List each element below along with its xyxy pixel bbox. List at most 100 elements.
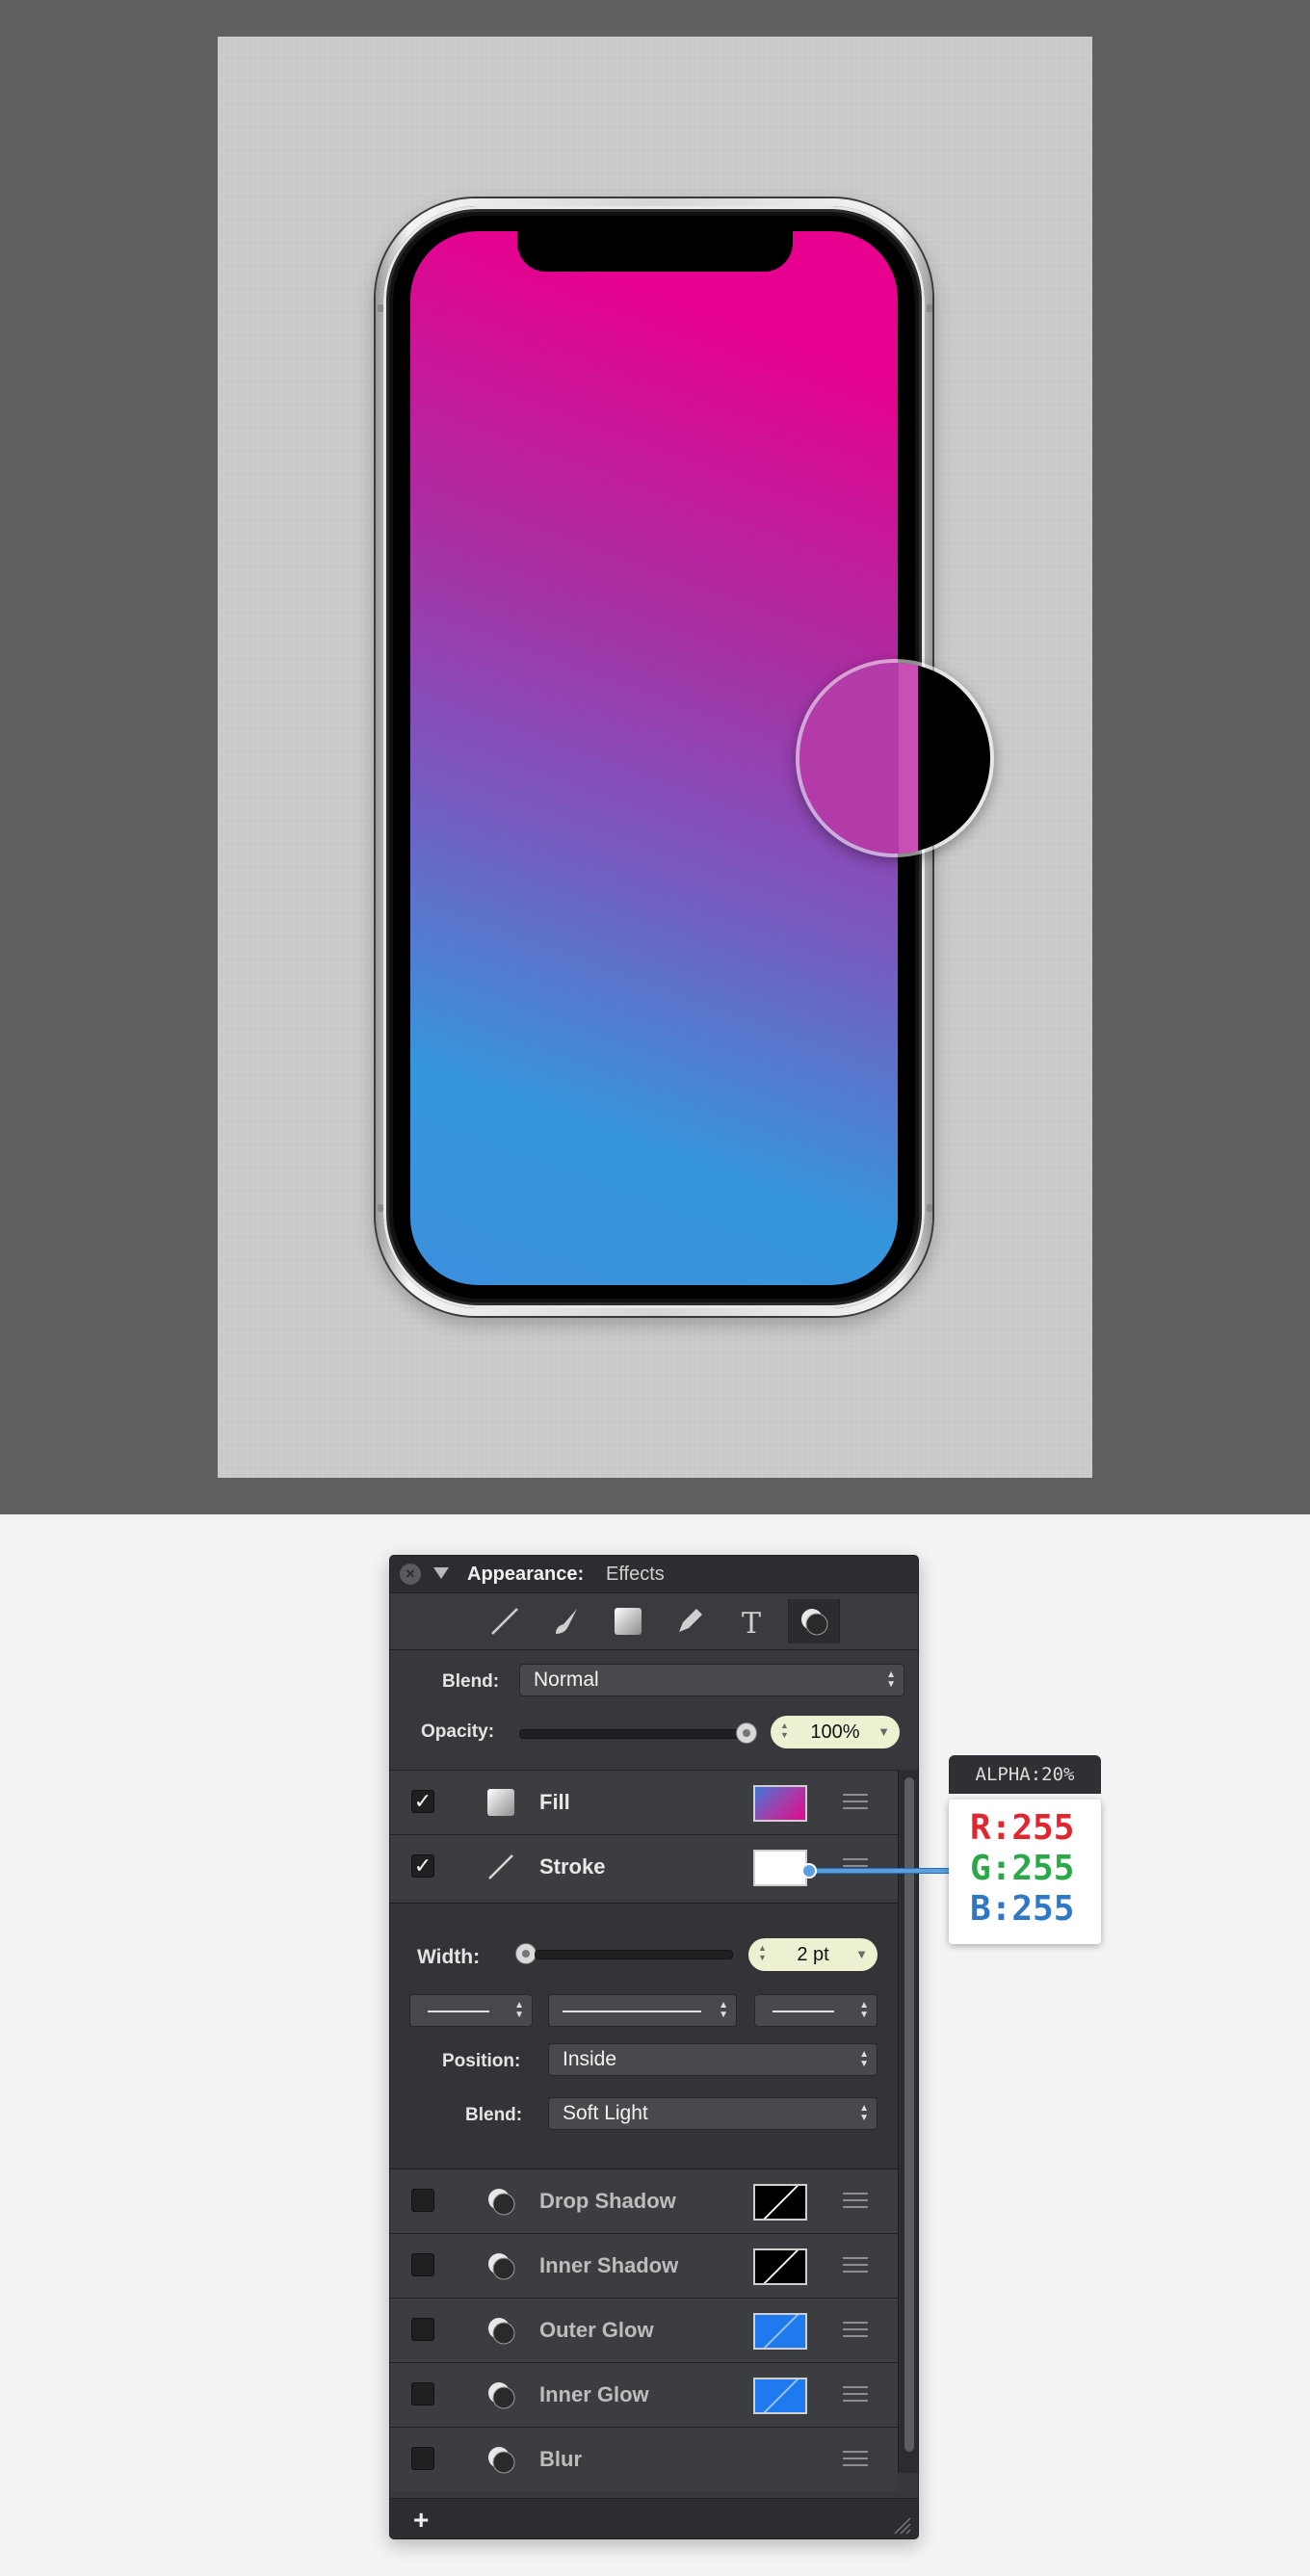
blend-select-value: Normal [534,1669,599,1691]
select-arrows-icon: ▲ ▼ [859,2000,869,2020]
stroke-blend-select-value: Soft Light [563,2102,648,2124]
outer-glow-label: Outer Glow [539,2318,654,2342]
blend-label: Blend: [442,1671,500,1692]
width-slider[interactable] [535,1950,733,1959]
scrollbar-thumb[interactable] [904,1777,914,2452]
drop-shadow-checkbox[interactable] [411,2189,434,2212]
phone-side-button [927,1204,932,1212]
select-arrows-icon: ▲ ▼ [859,2049,869,2069]
blend-select[interactable]: Normal ▲ ▼ [519,1664,904,1696]
inner-shadow-label: Inner Shadow [539,2253,679,2277]
drop-shadow-swatch[interactable] [753,2184,807,2221]
rgb-readout: R:255 G:255 B:255 [949,1800,1101,1944]
drag-handle-icon[interactable] [843,2193,868,2208]
brush-tool-icon[interactable] [541,1599,591,1643]
effect-row-blur[interactable]: Blur [390,2427,898,2491]
blur-checkbox[interactable] [411,2447,434,2470]
magnifier-loupe [796,659,994,857]
line-end-select[interactable]: ▲ ▼ [754,1994,878,2027]
effects-icon [488,2318,515,2345]
add-effect-button[interactable]: + [413,2505,429,2536]
effect-row-inner-shadow[interactable]: Inner Shadow [390,2233,898,2298]
stroke-tool-icon[interactable] [480,1599,530,1643]
panel-scrollbar[interactable] [898,1770,918,2473]
pencil-tool-icon[interactable] [665,1599,715,1643]
position-label: Position: [442,2051,521,2071]
stroke-settings: Width: ▲ ▼ 2 pt ▼ ▲ ▼ ▲ ▼ ▲ ▼ Position: Insi… [390,1903,898,2169]
opacity-slider[interactable] [519,1729,748,1739]
effects-icon [488,2382,515,2409]
fill-tool-icon[interactable] [603,1599,653,1643]
fill-row[interactable]: ✓ Fill [390,1770,898,1834]
effects-tool-icon[interactable] [788,1599,840,1643]
line-start-select[interactable]: ▲ ▼ [409,1994,533,2027]
opacity-slider-knob[interactable] [736,1722,757,1744]
drag-handle-icon[interactable] [843,2451,868,2466]
drag-handle-icon[interactable] [843,2257,868,2273]
drag-handle-icon[interactable] [843,1794,868,1809]
tooltip-connector-dot [801,1863,817,1879]
opacity-value: 100% [810,1722,860,1743]
outer-glow-swatch[interactable] [753,2313,807,2350]
effect-row-inner-glow[interactable]: Inner Glow [390,2362,898,2427]
red-value: R:255 [970,1808,1075,1848]
outer-glow-checkbox[interactable] [411,2318,434,2341]
select-arrows-icon: ▲ ▼ [719,2000,728,2020]
blue-value: B:255 [970,1889,1075,1929]
drag-handle-icon[interactable] [843,2322,868,2337]
tooltip-connector [807,1868,950,1874]
close-icon[interactable]: × [400,1564,421,1585]
position-select-value: Inside [563,2048,617,2070]
panel-footer: + [390,2498,918,2538]
opacity-stepper[interactable]: ▲ ▼ 100% ▼ [771,1716,900,1748]
select-arrows-icon: ▲ ▼ [859,2103,869,2123]
effects-icon [488,2189,515,2216]
appearance-panel: × Appearance: Effects T Blend: Normal ▲ ▼… [389,1555,919,2539]
color-value-tooltip: ALPHA:20% R:255 G:255 B:255 [949,1755,1101,1944]
width-stepper[interactable]: ▲ ▼ 2 pt ▼ [748,1938,878,1971]
width-slider-knob[interactable] [515,1943,537,1964]
opacity-label: Opacity: [421,1722,495,1742]
phone-notch [517,229,793,272]
effects-icon [488,2253,515,2280]
effect-row-drop-shadow[interactable]: Drop Shadow [390,2169,898,2233]
stroke-blend-label: Blend: [465,2105,523,2125]
width-label: Width: [417,1946,481,1968]
drop-shadow-label: Drop Shadow [539,2189,676,2213]
stroke-checkbox[interactable]: ✓ [411,1854,434,1878]
panel-subtitle: Effects [606,1564,665,1585]
stroke-blend-select[interactable]: Soft Light ▲ ▼ [548,2097,878,2130]
fill-checkbox[interactable]: ✓ [411,1790,434,1813]
disclosure-triangle-icon[interactable] [433,1567,449,1579]
inner-glow-checkbox[interactable] [411,2382,434,2405]
inner-shadow-checkbox[interactable] [411,2253,434,2276]
fill-label: Fill [539,1790,570,1814]
fill-color-swatch[interactable] [753,1785,807,1822]
resize-grip-icon[interactable] [889,2512,912,2536]
position-select[interactable]: Inside ▲ ▼ [548,2043,878,2076]
drag-handle-icon[interactable] [843,2386,868,2402]
text-tool-icon[interactable]: T [726,1599,776,1643]
stroke-label: Stroke [539,1854,606,1879]
inner-shadow-swatch[interactable] [753,2248,807,2285]
inner-glow-label: Inner Glow [539,2382,649,2406]
phone-side-button [927,304,932,312]
dash-pattern-select[interactable]: ▲ ▼ [548,1994,737,2027]
effects-icon [488,2447,515,2474]
panel-titlebar: × Appearance: Effects [390,1556,918,1593]
effect-row-outer-glow[interactable]: Outer Glow [390,2298,898,2362]
panel-toolbar: T [390,1593,918,1650]
panel-title: Appearance: [467,1564,585,1585]
blur-label: Blur [539,2447,582,2471]
stroke-color-swatch[interactable] [753,1850,807,1886]
select-arrows-icon: ▲ ▼ [886,1669,896,1690]
fill-icon [487,1789,514,1816]
width-value: 2 pt [797,1944,829,1965]
svg-text:T: T [742,1607,761,1638]
stroke-icon [488,1854,513,1879]
select-arrows-icon: ▲ ▼ [514,2000,524,2020]
stroke-row[interactable]: ✓ Stroke [390,1834,898,1899]
green-value: G:255 [970,1849,1075,1888]
inner-glow-swatch[interactable] [753,2378,807,2414]
alpha-readout: ALPHA:20% [949,1755,1101,1794]
